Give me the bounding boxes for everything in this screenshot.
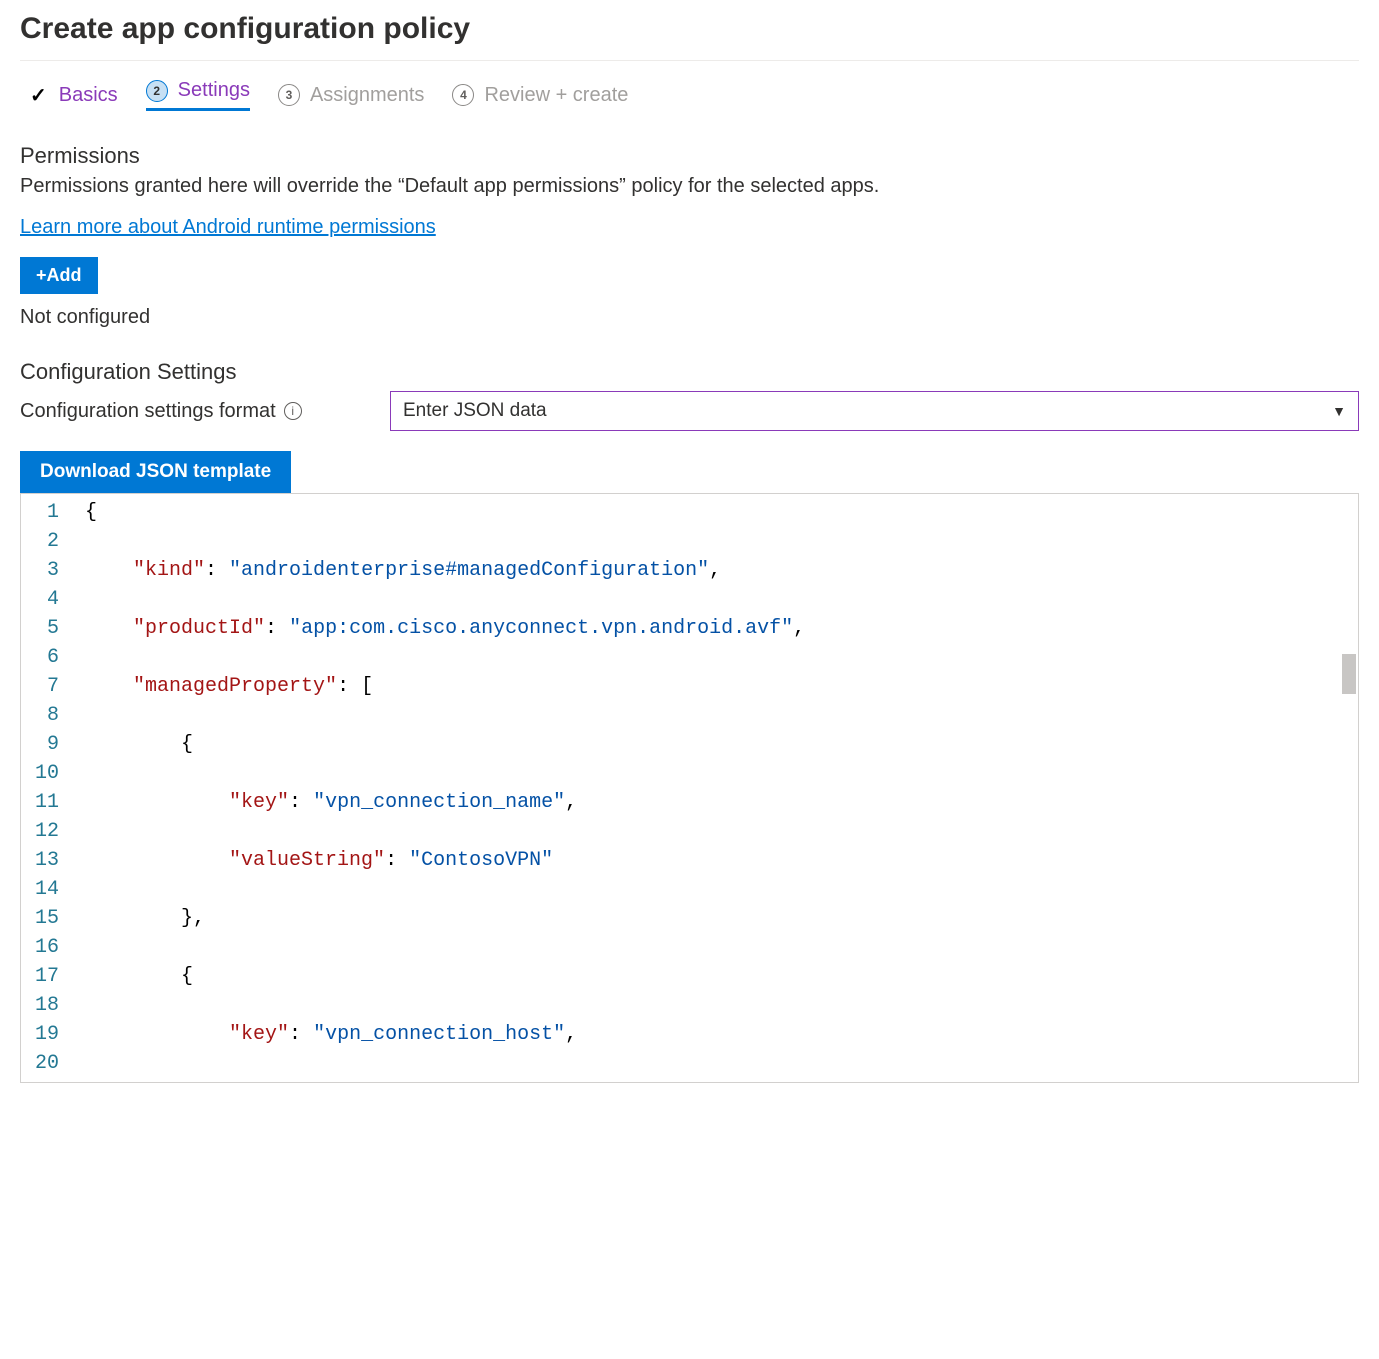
info-icon[interactable]: i [284,402,302,420]
step-number-icon: 2 [146,80,168,102]
step-assignments[interactable]: 3 Assignments [278,84,425,107]
config-format-select[interactable]: Enter JSON data ▼ [390,391,1359,431]
editor-code-area[interactable]: { "kind": "androidenterprise#managedConf… [77,494,1358,1082]
divider [20,60,1359,61]
config-format-label-text: Configuration settings format [20,400,276,423]
wizard-stepper: ✓ Basics 2 Settings 3 Assignments 4 Revi… [20,75,1359,133]
json-editor[interactable]: 123456789101112131415161718192021 { "kin… [20,493,1359,1083]
select-value: Enter JSON data [403,400,547,422]
step-label: Assignments [310,84,425,107]
config-format-label: Configuration settings format i [20,400,370,423]
step-settings[interactable]: 2 Settings [146,79,250,111]
step-label: Review + create [484,84,628,107]
step-number-icon: 3 [278,84,300,106]
download-json-template-button[interactable]: Download JSON template [20,451,291,493]
scrollbar[interactable] [1342,654,1356,694]
step-review-create[interactable]: 4 Review + create [452,84,628,107]
page-title: Create app configuration policy [20,0,1359,60]
step-label: Basics [59,84,118,107]
permissions-heading: Permissions [20,143,1359,169]
chevron-down-icon: ▼ [1332,403,1346,419]
permissions-status: Not configured [20,306,1359,329]
step-number-icon: 4 [452,84,474,106]
editor-gutter: 123456789101112131415161718192021 [21,494,77,1082]
step-basics[interactable]: ✓ Basics [30,83,118,108]
config-heading: Configuration Settings [20,359,1359,385]
permissions-description: Permissions granted here will override t… [20,175,1359,198]
step-label: Settings [178,79,250,102]
learn-more-link[interactable]: Learn more about Android runtime permiss… [20,216,436,238]
add-button[interactable]: +Add [20,257,98,294]
check-icon: ✓ [30,83,47,108]
